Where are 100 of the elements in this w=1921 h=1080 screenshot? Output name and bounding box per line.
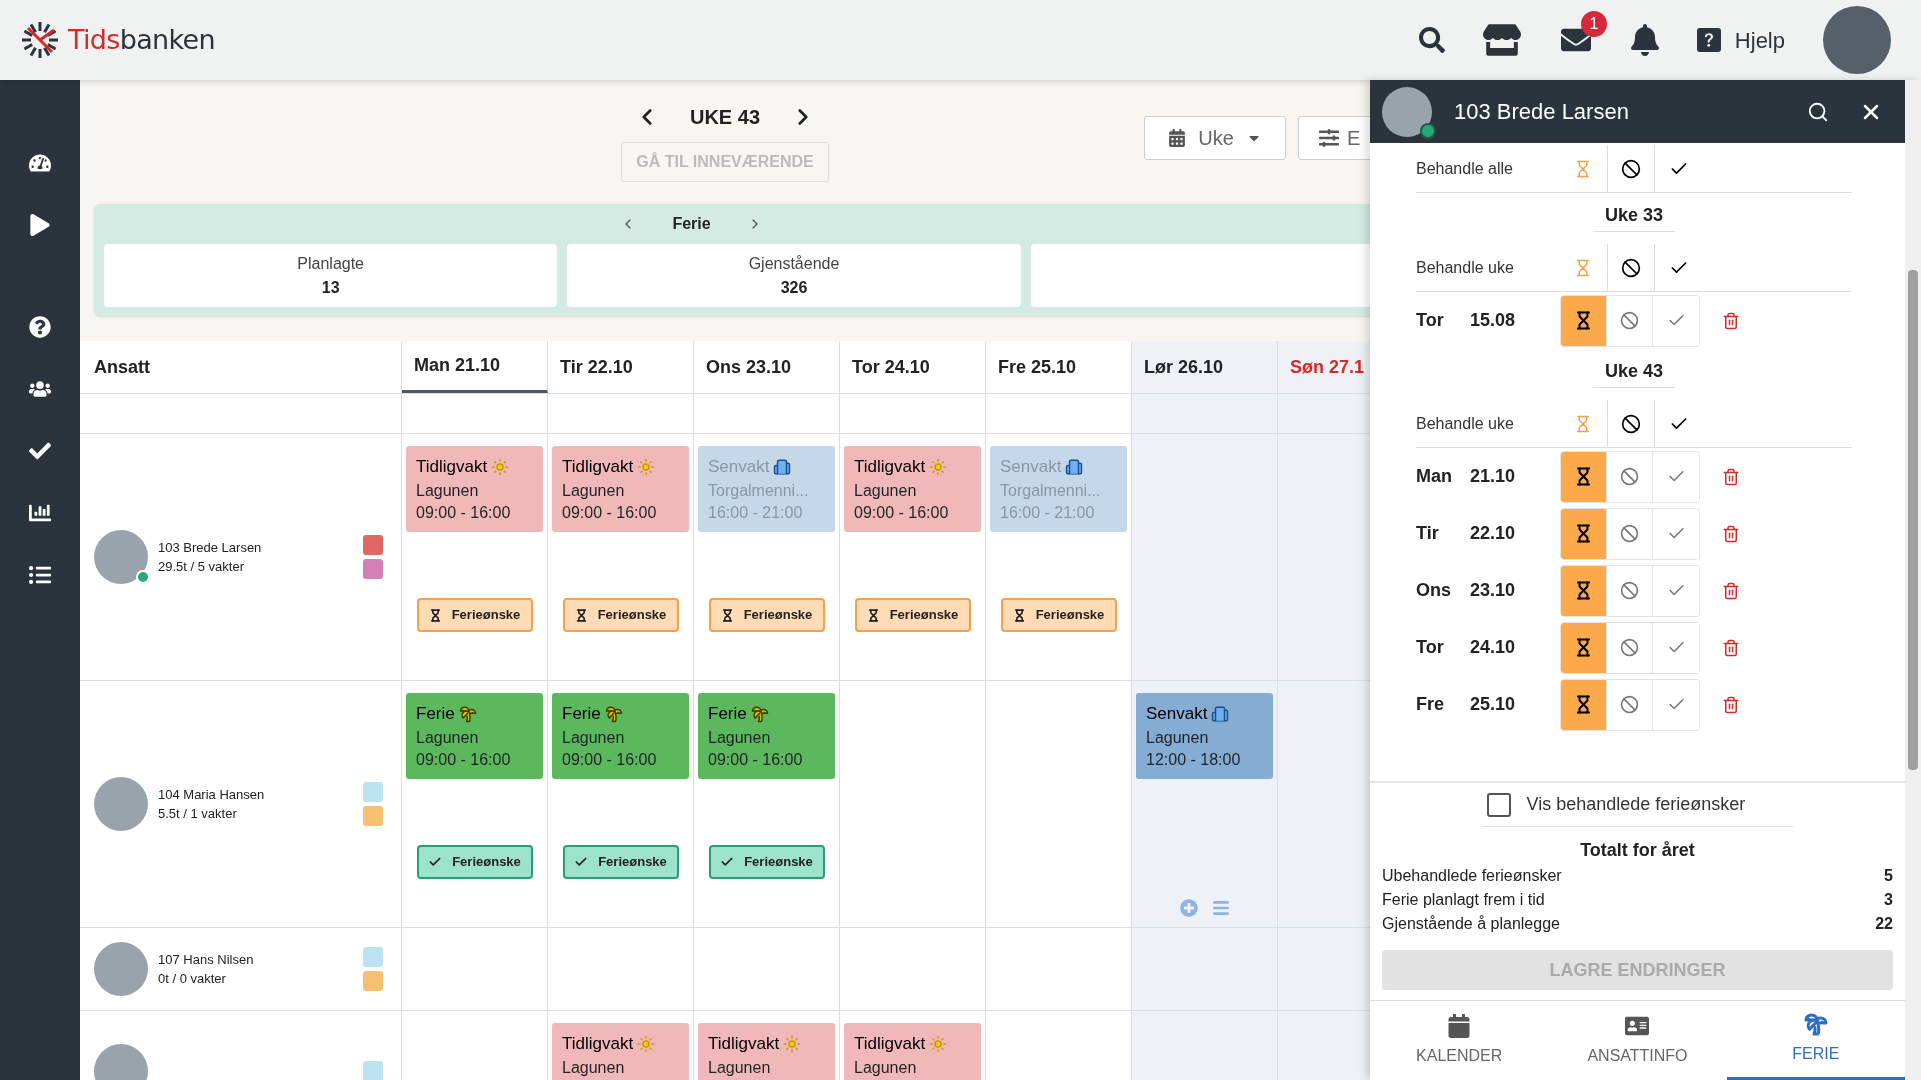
ban-icon <box>1620 524 1639 543</box>
shift-card[interactable]: Tidligvakt Lagunen <box>844 1023 981 1080</box>
pending-toggle[interactable] <box>1561 508 1607 559</box>
check-icon[interactable] <box>29 440 51 462</box>
vacation-request-tag[interactable]: Ferieønske <box>854 598 971 632</box>
hourglass-icon <box>1012 608 1026 622</box>
sun-icon <box>637 1034 656 1053</box>
users-icon[interactable] <box>29 378 51 400</box>
delete-icon[interactable] <box>1722 694 1740 715</box>
shift-card[interactable]: Ferie Lagunen 09:00 - 16:00 <box>406 693 543 779</box>
bulk-action-label: Behandle alle <box>1416 158 1514 179</box>
scrollbar[interactable] <box>1905 80 1921 1080</box>
list-icon[interactable] <box>29 564 51 586</box>
ban-icon <box>1620 467 1639 486</box>
pending-toggle[interactable] <box>1561 565 1607 616</box>
shift-title: Tidligvakt <box>562 456 634 478</box>
shift-card[interactable]: Senvakt Lagunen 12:00 - 18:00 <box>1136 693 1273 779</box>
hourglass-icon <box>1574 467 1593 486</box>
checkbox-label: Vis behandlede ferieønsker <box>1526 793 1746 816</box>
shift-card[interactable]: Ferie Lagunen 09:00 - 16:00 <box>698 693 835 779</box>
total-label: Ubehandlede ferieønsker <box>1382 866 1562 886</box>
delete-icon[interactable] <box>1722 580 1740 601</box>
delete-icon[interactable] <box>1722 523 1740 544</box>
palm-icon <box>1803 1012 1828 1036</box>
vacation-request-tag[interactable]: Ferieønske <box>1000 598 1117 632</box>
vacation-request-tag[interactable]: Ferieønske <box>416 598 533 632</box>
total-value: 3 <box>1884 890 1893 910</box>
bulk-action-label: Behandle uke <box>1416 257 1515 278</box>
delete-icon[interactable] <box>1722 310 1740 331</box>
day-header[interactable]: Man 21.10 <box>402 341 548 393</box>
sliders-icon <box>1319 128 1339 148</box>
reject-icon[interactable] <box>1621 257 1641 278</box>
palm-icon <box>458 704 477 723</box>
reject-icon[interactable] <box>1621 413 1641 434</box>
bottom-tab[interactable]: ANSATTINFO <box>1548 1001 1727 1080</box>
date-label: 24.10 <box>1470 636 1517 659</box>
check-icon <box>428 855 443 869</box>
reject-icon[interactable] <box>1621 158 1641 179</box>
delete-icon[interactable] <box>1722 637 1740 658</box>
date-label: 25.10 <box>1470 693 1517 716</box>
pending-toggle[interactable] <box>1561 451 1607 502</box>
palm-icon <box>750 704 769 723</box>
dashboard-icon[interactable] <box>29 152 51 174</box>
shift-title: Senvakt <box>1000 456 1062 478</box>
vacation-request-tag[interactable]: Ferieønske <box>708 598 825 632</box>
store-icon[interactable] <box>1482 24 1521 56</box>
pending-toggle[interactable] <box>1561 295 1607 346</box>
bar-chart-icon[interactable] <box>29 502 51 524</box>
help-button[interactable]: Hjelp <box>1696 23 1785 57</box>
week-heading: Uke 43 <box>1592 358 1675 388</box>
search-icon[interactable] <box>1807 100 1829 123</box>
checkbox[interactable] <box>1486 792 1511 817</box>
ban-icon <box>1620 638 1639 657</box>
shift-card[interactable]: Tidligvakt Lagunen 09:00 - 16:00 <box>844 446 981 532</box>
employee-name[interactable]: 107 Hans Nilsen <box>158 949 363 969</box>
hourglass-icon <box>1574 695 1593 714</box>
vacation-request-tag[interactable]: Ferieønske <box>416 845 533 879</box>
view-select[interactable]: Uke <box>1144 116 1286 160</box>
shift-card[interactable]: Ferie Lagunen 09:00 - 16:00 <box>552 693 689 779</box>
check-icon <box>720 855 735 869</box>
hourglass-icon <box>1574 524 1593 543</box>
delete-icon[interactable] <box>1722 466 1740 487</box>
bell-icon[interactable] <box>1630 24 1659 56</box>
day-label: Tor <box>1416 636 1445 659</box>
vacation-request-tag[interactable]: Ferieønske <box>562 845 679 879</box>
ban-icon <box>1620 581 1639 600</box>
employee-hours: 29.5t / 5 vakter <box>158 558 245 576</box>
shift-title: Ferie <box>562 703 601 725</box>
shift-card[interactable]: Tidligvakt Lagunen 09:00 - 16:00 <box>552 446 689 532</box>
search-icon[interactable] <box>1418 27 1445 53</box>
pending-toggle[interactable] <box>1561 622 1607 673</box>
shift-card[interactable]: Tidligvakt Lagunen <box>552 1023 689 1080</box>
play-icon[interactable] <box>29 214 51 236</box>
shift-location: Lagunen <box>854 1057 918 1078</box>
logo-text: Tidsbanken <box>68 22 215 57</box>
vacation-request-tag[interactable]: Ferieønske <box>708 845 825 879</box>
sun-icon <box>783 1034 802 1053</box>
shift-location: Lagunen <box>854 480 918 501</box>
hourglass-icon <box>1574 581 1593 600</box>
week-heading: Uke 33 <box>1592 202 1675 232</box>
shift-title: Tidligvakt <box>708 1033 780 1055</box>
building-icon <box>1211 704 1230 723</box>
vacation-request-tag[interactable]: Ferieønske <box>562 598 679 632</box>
bottom-tab[interactable]: KALENDER <box>1370 1001 1549 1080</box>
shift-card[interactable]: Tidligvakt Lagunen 09:00 - 16:00 <box>406 446 543 532</box>
total-label: Ferie planlagt frem i tid <box>1382 890 1545 910</box>
help-icon[interactable] <box>29 316 51 338</box>
employee-name[interactable]: 103 Brede Larsen <box>158 537 363 557</box>
pending-toggle[interactable] <box>1561 679 1607 730</box>
sun-icon <box>929 457 948 476</box>
day-header[interactable]: Lør 26.10 <box>1132 341 1278 393</box>
employee-hours: 0t / 0 vakter <box>158 970 227 988</box>
shift-card[interactable]: Tidligvakt Lagunen <box>698 1023 835 1080</box>
employee-name[interactable]: 104 Maria Hansen <box>158 784 363 804</box>
filter-button[interactable]: E <box>1298 116 1370 160</box>
shift-location: Lagunen <box>416 480 480 501</box>
day-header[interactable]: Søn 27.1 <box>1278 341 1370 393</box>
shift-location: Lagunen <box>562 1057 626 1078</box>
stat-value: 326 <box>780 277 808 298</box>
shift-location: Torgalmenni... <box>1000 480 1102 501</box>
